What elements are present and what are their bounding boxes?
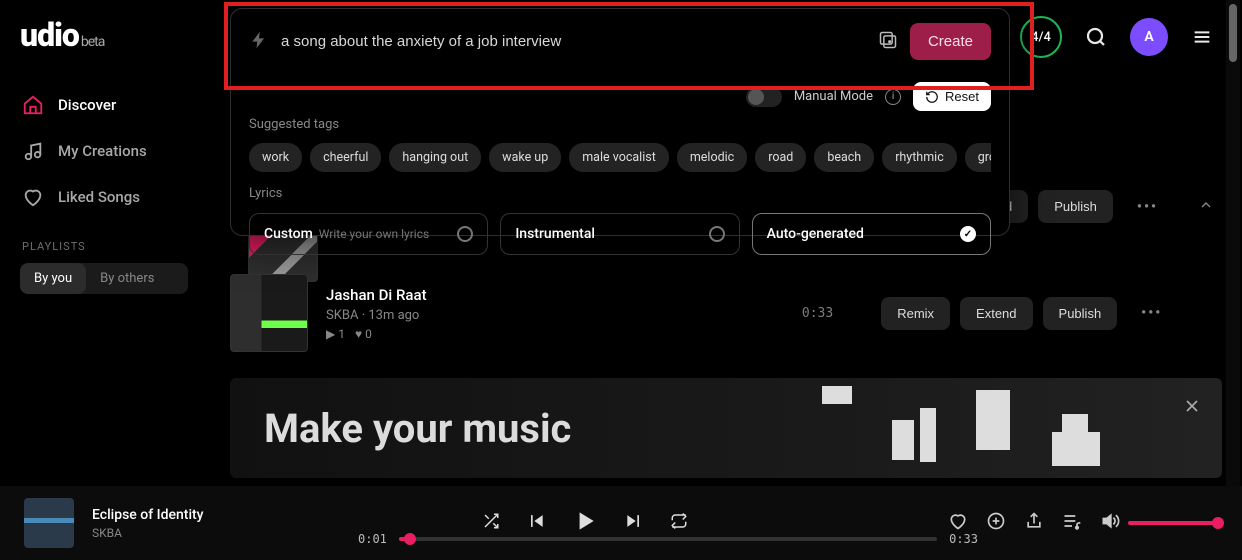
nav-my-creations-label: My Creations xyxy=(58,142,147,160)
prompt-panel: Create Manual Mode i Reset Suggested tag… xyxy=(230,8,1010,236)
playlist-filter-toggle: By you By others xyxy=(20,263,188,294)
nav-discover[interactable]: Discover xyxy=(12,82,188,128)
tag-chip[interactable]: work xyxy=(249,143,302,172)
nav-discover-label: Discover xyxy=(58,96,116,114)
tag-chip[interactable]: rhythmic xyxy=(882,143,957,172)
remix-button[interactable]: Remix xyxy=(881,297,950,330)
share-icon[interactable] xyxy=(1024,511,1044,535)
banner-art xyxy=(762,386,1142,470)
tag-chip[interactable]: hanging out xyxy=(389,143,481,172)
close-icon[interactable] xyxy=(1182,396,1202,420)
search-icon[interactable] xyxy=(1076,17,1116,57)
menu-icon[interactable] xyxy=(1182,17,1222,57)
now-playing-art[interactable] xyxy=(24,498,74,548)
now-playing-artist[interactable]: SKBA xyxy=(92,526,204,540)
logo: udiobeta xyxy=(12,16,188,54)
repeat-icon[interactable] xyxy=(670,512,688,534)
now-playing-title[interactable]: Eclipse of Identity xyxy=(92,507,204,523)
extend-button[interactable]: Extend xyxy=(960,297,1032,330)
manual-mode-label: Manual Mode xyxy=(794,89,873,104)
volume-icon[interactable] xyxy=(1100,511,1120,535)
tag-chip[interactable]: groovy xyxy=(965,143,991,172)
randomize-icon[interactable] xyxy=(878,30,898,54)
main: 4/4 A Extend Publish ••• xyxy=(200,0,1242,560)
tag-chip[interactable]: wake up xyxy=(489,143,561,172)
nav-liked-label: Liked Songs xyxy=(58,188,140,206)
nav-my-creations[interactable]: My Creations xyxy=(12,128,188,174)
lyrics-label: Lyrics xyxy=(249,186,991,201)
radio-selected-icon xyxy=(960,226,976,242)
topbar: 4/4 A xyxy=(1020,16,1222,58)
credits-badge[interactable]: 4/4 xyxy=(1020,16,1062,58)
queue-icon[interactable] xyxy=(1062,511,1082,535)
player-bar: Eclipse of Identity SKBA 0:01 0:33 xyxy=(0,486,1242,560)
track-stats: ▶ 1 ♥ 0 xyxy=(326,327,427,341)
tag-chip[interactable]: road xyxy=(755,143,806,172)
total-time: 0:33 xyxy=(949,532,978,546)
lyrics-option-custom[interactable]: CustomWrite your own lyrics xyxy=(249,213,488,255)
publish-button[interactable]: Publish xyxy=(1043,297,1118,330)
track-title[interactable]: Jashan Di Raat xyxy=(326,286,427,304)
tags-row: work cheerful hanging out wake up male v… xyxy=(249,142,991,172)
avatar[interactable]: A xyxy=(1130,18,1168,56)
banner-headline: Make your music xyxy=(264,405,571,452)
playlists-header: PLAYLISTS xyxy=(12,220,188,263)
promo-banner: Make your music xyxy=(230,378,1222,478)
tag-chip[interactable]: melodic xyxy=(677,143,747,172)
chevron-up-icon[interactable] xyxy=(1190,197,1222,217)
prompt-input[interactable] xyxy=(281,33,866,50)
track-meta: SKBA · 13m ago xyxy=(326,308,427,323)
publish-button[interactable]: Publish xyxy=(1038,190,1113,223)
manual-mode-toggle[interactable] xyxy=(746,87,782,107)
playlist-by-others[interactable]: By others xyxy=(86,263,168,294)
sidebar: udiobeta Discover My Creations Liked Son… xyxy=(0,0,200,560)
scrollbar-thumb[interactable] xyxy=(1229,4,1237,62)
create-button[interactable]: Create xyxy=(910,23,991,60)
shuffle-icon[interactable] xyxy=(482,512,500,534)
track-row: Jashan Di Raat SKBA · 13m ago ▶ 1 ♥ 0 0:… xyxy=(230,262,1222,364)
tag-chip[interactable]: beach xyxy=(814,143,874,172)
music-note-icon xyxy=(22,140,44,162)
more-icon[interactable]: ••• xyxy=(1123,199,1172,215)
heart-icon xyxy=(22,186,44,208)
playlist-by-you[interactable]: By you xyxy=(20,263,86,294)
progress-bar[interactable]: 0:01 0:33 xyxy=(358,532,978,546)
lyrics-option-instrumental[interactable]: Instrumental xyxy=(500,213,739,255)
tag-chip[interactable]: male vocalist xyxy=(569,143,669,172)
elapsed-time: 0:01 xyxy=(358,532,387,546)
lyrics-option-auto[interactable]: Auto-generated xyxy=(752,213,991,255)
volume-control[interactable] xyxy=(1100,511,1218,535)
track-art[interactable] xyxy=(230,274,308,352)
suggested-tags-label: Suggested tags xyxy=(249,117,991,132)
radio-icon xyxy=(709,226,725,242)
add-icon[interactable] xyxy=(986,511,1006,535)
info-icon[interactable]: i xyxy=(885,89,901,105)
tag-chip[interactable]: cheerful xyxy=(310,143,381,172)
track-duration: 0:33 xyxy=(802,306,833,321)
bolt-icon xyxy=(249,30,269,54)
more-icon[interactable]: ••• xyxy=(1127,305,1176,321)
reset-button[interactable]: Reset xyxy=(913,82,991,111)
radio-icon xyxy=(457,226,473,242)
home-icon xyxy=(22,94,44,116)
scrollbar[interactable] xyxy=(1226,0,1240,560)
nav-liked-songs[interactable]: Liked Songs xyxy=(12,174,188,220)
